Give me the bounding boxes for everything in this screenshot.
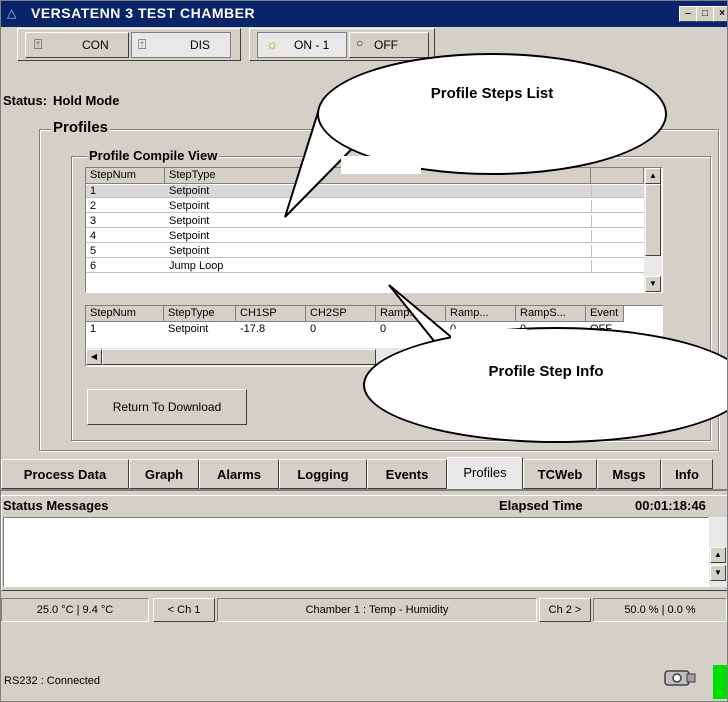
step-type-cell: Jump Loop (169, 260, 224, 272)
callout-steps-patch (341, 156, 421, 174)
plug-icon: ⍐ (34, 36, 43, 52)
step-extra-cell (591, 185, 645, 198)
steps-row[interactable]: 6 Jump Loop (86, 260, 644, 273)
status-messages-box[interactable] (3, 517, 709, 587)
info-cell: -17.8 (240, 323, 266, 335)
bulb-off-icon: ○ (356, 36, 364, 50)
elapsed-time-label: Elapsed Time (499, 498, 583, 513)
main-window: △ VERSATENN 3 TEST CHAMBER – □ × ⍐ CON ⍐… (0, 0, 728, 702)
info-col-header[interactable]: CH1SP (236, 306, 306, 322)
connect-button[interactable]: ⍐ CON (25, 32, 129, 58)
return-to-download-button[interactable]: Return To Download (87, 389, 247, 425)
messages-scrollbar[interactable]: ▲ ▼ (709, 517, 727, 587)
step-extra-cell (591, 230, 645, 243)
tab-msgs[interactable]: Msgs (597, 459, 661, 489)
info-cell: 0 (310, 323, 317, 335)
messages-scroll-up[interactable]: ▲ (710, 547, 726, 563)
power-on-label: ON - 1 (294, 38, 330, 52)
bulb-on-icon: ☼ (266, 36, 279, 52)
info-col-header[interactable]: RampS... (516, 306, 586, 322)
steps-col-extra (591, 168, 644, 184)
callout-step-info-text: Profile Step Info (488, 363, 604, 380)
app-icon: △ (7, 6, 17, 20)
status-label: Status: (3, 93, 48, 108)
scroll-thumb[interactable] (645, 184, 661, 256)
callout-steps-list-text: Profile Steps List (430, 85, 554, 102)
status-value: Hold Mode (53, 93, 120, 108)
return-to-download-label: Return To Download (112, 400, 222, 414)
info-cell: Setpoint (168, 323, 209, 335)
steps-row[interactable]: 5 Setpoint (86, 245, 644, 258)
chamber-info: Chamber 1 : Temp - Humidity (217, 598, 537, 622)
tab-graph[interactable]: Graph (129, 459, 199, 489)
info-cell: 1 (90, 323, 97, 335)
close-button[interactable]: × (713, 6, 727, 22)
info-col-header[interactable]: Event (586, 306, 624, 322)
tab-alarms[interactable]: Alarms (199, 459, 279, 489)
tab-logging[interactable]: Logging (279, 459, 367, 489)
step-type-cell: Setpoint (169, 230, 210, 242)
ch2-values: 50.0 % | 0.0 % (593, 598, 727, 622)
tab-profiles[interactable]: Profiles (447, 457, 523, 491)
connection-indicator (713, 665, 727, 699)
camera-icon (664, 670, 696, 686)
step-num-cell: 1 (90, 185, 97, 197)
status-messages-label: Status Messages (3, 498, 109, 513)
steps-col-stepnum[interactable]: StepNum (86, 168, 165, 184)
scroll-left-arrow[interactable]: ◀ (86, 349, 102, 365)
info-col-header[interactable]: StepType (164, 306, 236, 322)
elapsed-time-value: 00:01:18:46 (635, 498, 706, 513)
tab-tcweb[interactable]: TCWeb (523, 459, 597, 489)
ch2-button[interactable]: Ch 2 > (539, 598, 591, 622)
tab-strip-line (1, 489, 727, 491)
step-extra-cell (591, 260, 645, 273)
step-extra-cell (591, 200, 645, 213)
compile-view-label: Profile Compile View (87, 148, 220, 163)
maximize-button[interactable]: □ (696, 6, 714, 22)
step-extra-cell (591, 245, 645, 258)
footer-area (1, 625, 727, 701)
power-on-button[interactable]: ☼ ON - 1 (257, 32, 347, 58)
tab-info[interactable]: Info (661, 459, 713, 489)
minimize-button[interactable]: – (679, 6, 697, 22)
scroll-down-arrow[interactable]: ▼ (645, 276, 661, 292)
disconnect-button[interactable]: ⍐ DIS (131, 32, 231, 58)
steps-row[interactable]: 4 Setpoint (86, 230, 644, 243)
hscroll-thumb[interactable] (102, 349, 376, 365)
callout-info-patch (451, 329, 527, 347)
window-title: VERSATENN 3 TEST CHAMBER (31, 5, 256, 21)
tab-events[interactable]: Events (367, 459, 447, 489)
title-bar[interactable]: △ VERSATENN 3 TEST CHAMBER – □ × (1, 1, 727, 27)
power-off-label: OFF (374, 38, 398, 52)
callout-step-info: Profile Step Info (363, 327, 727, 443)
messages-scroll-down[interactable]: ▼ (710, 565, 726, 581)
info-col-header[interactable]: CH2SP (306, 306, 376, 322)
profiles-group-label: Profiles (51, 119, 111, 136)
tab-process-data[interactable]: Process Data (1, 459, 129, 489)
info-col-header[interactable]: StepNum (86, 306, 164, 322)
step-num-cell: 4 (90, 230, 97, 242)
ch1-values: 25.0 °C | 9.4 °C (1, 598, 149, 622)
step-num-cell: 6 (90, 260, 97, 272)
connect-label: CON (82, 38, 109, 52)
step-type-cell: Setpoint (169, 245, 210, 257)
step-num-cell: 5 (90, 245, 97, 257)
steps-scrollbar[interactable]: ▲ ▼ (644, 168, 662, 292)
disconnect-label: DIS (190, 38, 211, 52)
ch1-button[interactable]: < Ch 1 (153, 598, 215, 622)
scroll-up-arrow[interactable]: ▲ (645, 168, 661, 184)
power-off-button[interactable]: ○ OFF (349, 32, 429, 58)
step-extra-cell (591, 215, 645, 228)
step-num-cell: 3 (90, 215, 97, 227)
unplug-icon: ⍐ (138, 36, 147, 52)
connection-status: RS232 : Connected (4, 675, 101, 687)
step-num-cell: 2 (90, 200, 97, 212)
